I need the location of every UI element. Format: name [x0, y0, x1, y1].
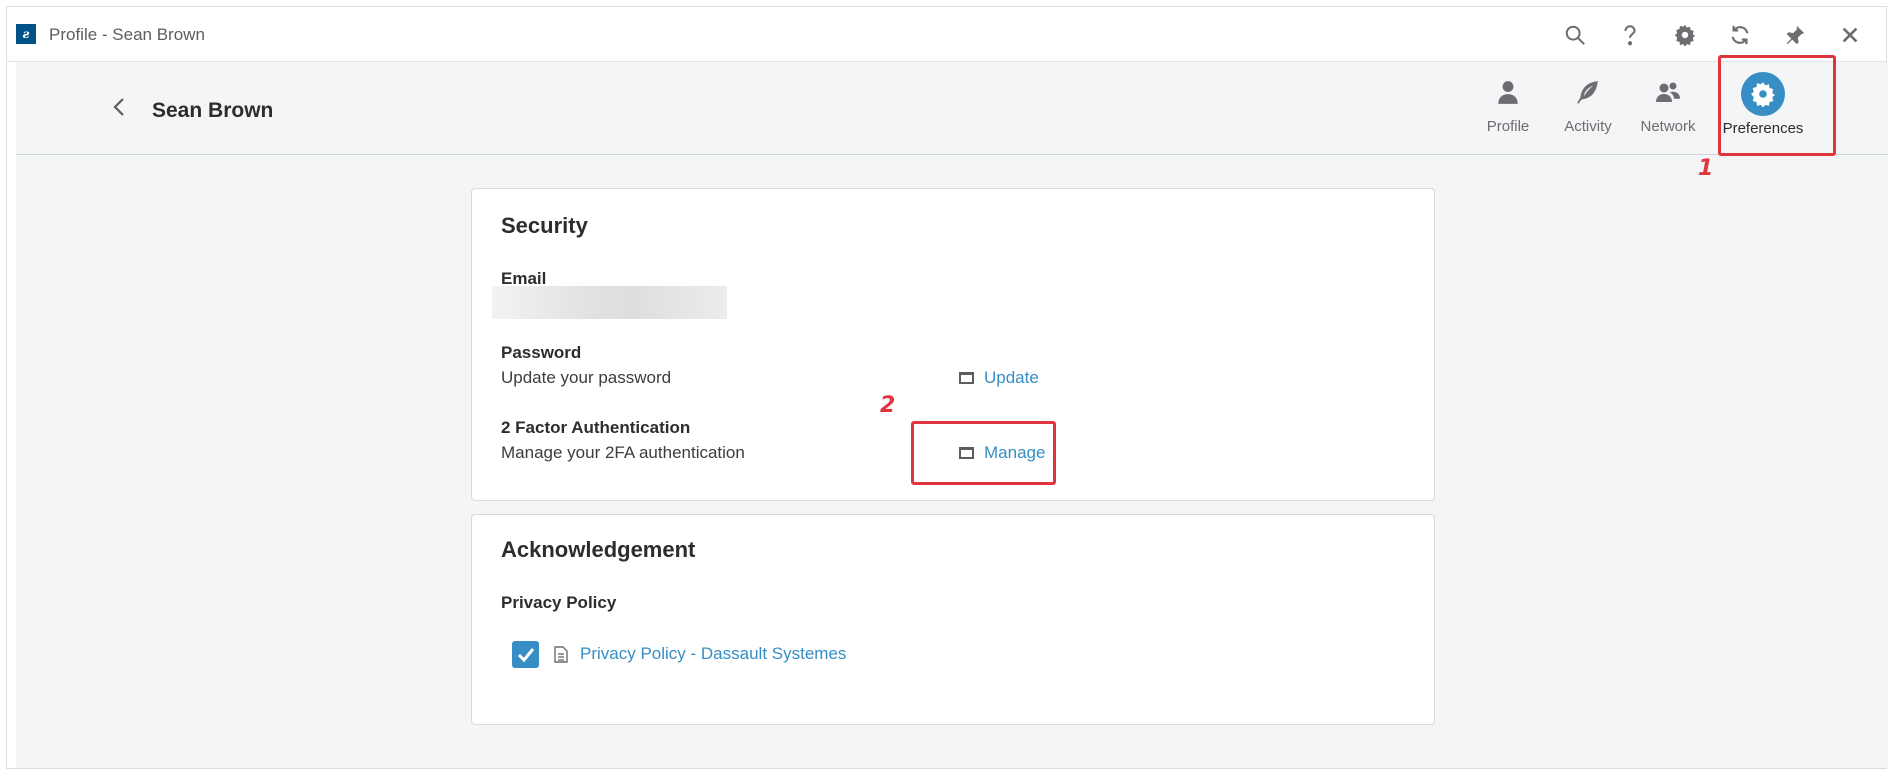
twofa-label: 2 Factor Authentication: [501, 418, 691, 437]
tab-activity[interactable]: Activity: [1548, 72, 1628, 152]
update-label: Update: [984, 368, 1039, 387]
tab-network[interactable]: Network: [1628, 72, 1708, 152]
users-icon: [1648, 72, 1688, 112]
annotation-number-2: 2: [880, 393, 896, 418]
pin-icon[interactable]: [1777, 19, 1813, 51]
acknowledgement-title: Acknowledgement: [501, 537, 696, 562]
help-icon[interactable]: [1612, 19, 1648, 51]
close-icon[interactable]: [1832, 19, 1868, 51]
tab-activity-label: Activity: [1564, 118, 1612, 135]
page-title: Sean Brown: [152, 99, 274, 122]
feather-icon: [1568, 72, 1608, 112]
refresh-icon[interactable]: [1722, 19, 1758, 51]
window-icon: [959, 372, 974, 384]
title-bar: ƨ Profile - Sean Brown: [7, 7, 1886, 62]
privacy-policy-link[interactable]: Privacy Policy - Dassault Systemes: [580, 644, 846, 664]
password-desc: Update your password: [501, 368, 672, 387]
tab-network-label: Network: [1640, 118, 1696, 135]
acknowledgement-card: Acknowledgement Privacy Policy Privacy P…: [471, 514, 1435, 725]
profile-header: Sean Brown Profile Activity Network Pref…: [16, 62, 1888, 155]
profile-content: Sean Brown Profile Activity Network Pref…: [16, 55, 1888, 768]
privacy-checkbox[interactable]: [512, 641, 539, 668]
twofa-desc: Manage your 2FA authentication: [501, 443, 745, 462]
search-icon[interactable]: [1557, 19, 1593, 51]
back-chevron-icon[interactable]: [108, 95, 130, 119]
email-value-redacted: [492, 286, 727, 319]
password-label: Password: [501, 343, 582, 362]
app-window: ƨ Profile - Sean Brown Sean Brown Profil…: [6, 6, 1888, 769]
document-icon: [554, 646, 568, 663]
toolbar-icons: [1557, 19, 1868, 51]
annotation-number-1: 1: [1698, 156, 1714, 181]
window-title: Profile - Sean Brown: [49, 25, 205, 44]
annotation-box-2: [911, 421, 1056, 485]
app-logo: ƨ: [16, 24, 36, 44]
security-title: Security: [501, 213, 588, 238]
annotation-box-1: [1718, 55, 1836, 156]
gear-icon[interactable]: [1667, 19, 1703, 51]
tab-profile[interactable]: Profile: [1468, 72, 1548, 152]
tab-profile-label: Profile: [1486, 118, 1530, 135]
user-icon: [1488, 72, 1528, 112]
update-password-link[interactable]: Update: [959, 368, 1039, 388]
privacy-policy-label: Privacy Policy: [501, 593, 617, 612]
